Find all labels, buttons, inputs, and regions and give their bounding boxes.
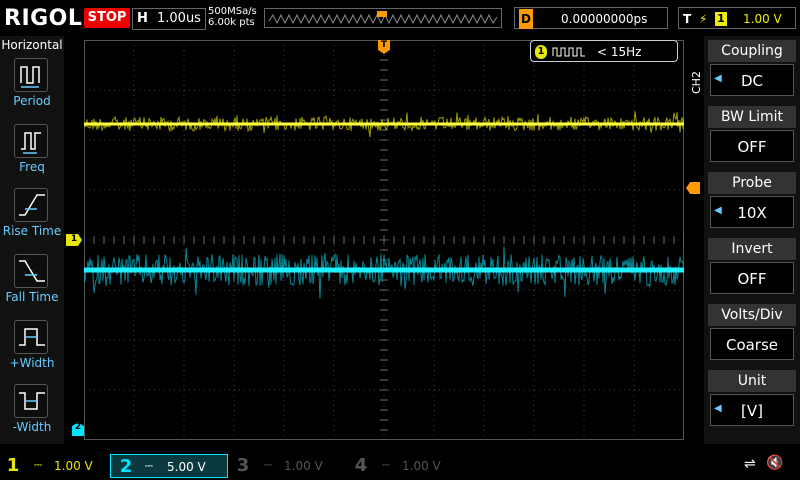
bw-limit-value: OFF — [710, 130, 794, 162]
trigger-level-marker[interactable] — [686, 182, 700, 194]
usb-icon: ⇌ — [744, 456, 756, 472]
probe-option[interactable]: Probe 10X ◀ — [708, 172, 796, 234]
invert-value: OFF — [710, 262, 794, 294]
delay-box[interactable]: D 0.00000000ps — [514, 7, 668, 29]
volts-div-value: Coarse — [710, 328, 794, 360]
frequency-icon — [14, 124, 48, 158]
memory-position-bar[interactable] — [264, 8, 502, 28]
invert-title: Invert — [708, 238, 796, 260]
acquisition-info: 500MSa/s 6.00k pts — [208, 6, 257, 28]
unit-value: [V] — [710, 394, 794, 426]
negative-width-label: -Width — [12, 420, 52, 434]
period-label: Period — [13, 94, 51, 108]
graticule — [84, 40, 684, 440]
unit-option[interactable]: Unit [V] ◀ — [708, 370, 796, 432]
sample-rate: 500MSa/s — [208, 6, 257, 17]
memory-depth: 6.00k pts — [208, 17, 255, 28]
ch1-status[interactable]: 1 ⎓ 1.00 V — [4, 454, 104, 478]
measure-fall-time[interactable]: Fall Time — [0, 252, 64, 316]
ch4-number: 4 — [354, 455, 368, 476]
ch2-scale: 5.00 V — [167, 460, 206, 474]
positive-width-label: +Width — [9, 356, 55, 370]
volts-div-option[interactable]: Volts/Div Coarse — [708, 304, 796, 366]
bw-limit-option[interactable]: BW Limit OFF — [708, 106, 796, 168]
trigger-source: 1 — [715, 12, 727, 26]
waveform-display[interactable]: 1 < 15Hz — [84, 40, 684, 440]
trigger-box[interactable]: T ⚡ 1 1.00 V — [678, 7, 796, 29]
invert-option[interactable]: Invert OFF — [708, 238, 796, 300]
left-arrow-icon: ◀ — [714, 403, 722, 414]
measure-freq[interactable]: Freq — [0, 122, 64, 186]
ch2-status[interactable]: 2 ⎓ 5.00 V — [110, 454, 228, 478]
bw-limit-title: BW Limit — [708, 106, 796, 128]
measure-period[interactable]: Period — [0, 56, 64, 120]
top-status-bar: RIGOL STOP H 1.00us 500MSa/s 6.00k pts D… — [0, 0, 800, 36]
trigger-label: T — [683, 12, 692, 26]
dc-coupling-icon: ⎓ — [34, 460, 42, 471]
measure-rise-time[interactable]: Rise Time — [0, 186, 64, 250]
timebase-value: 1.00us — [157, 11, 201, 26]
ch1-number: 1 — [6, 455, 20, 476]
negative-width-icon — [14, 384, 48, 418]
delay-value: 0.00000000ps — [561, 12, 648, 26]
delay-label: D — [519, 9, 533, 29]
ch4-status[interactable]: 4 ⎓ 1.00 V — [352, 454, 460, 478]
coupling-value: DC — [710, 64, 794, 96]
measure-negative-width[interactable]: -Width — [0, 382, 64, 446]
speaker-mute-icon[interactable]: 🔇 — [766, 455, 783, 471]
menu-title: Horizontal — [1, 38, 63, 52]
measurement-channel: 1 — [535, 45, 547, 59]
rise-time-icon — [14, 188, 48, 222]
period-icon — [14, 58, 48, 92]
fall-time-label: Fall Time — [5, 290, 59, 304]
ch4-scale: 1.00 V — [402, 459, 441, 473]
ch2-offset-marker[interactable]: 2 — [72, 422, 84, 436]
rising-edge-icon: ⚡ — [699, 12, 708, 26]
dc-coupling-icon: ⎓ — [145, 461, 153, 472]
freq-label: Freq — [19, 160, 45, 174]
coupling-option[interactable]: Coupling DC ◀ — [708, 40, 796, 102]
ch1-offset-marker[interactable]: 1 — [66, 234, 82, 246]
fall-time-icon — [14, 254, 48, 288]
rise-time-label: Rise Time — [2, 224, 62, 238]
waveform-overview — [268, 11, 498, 25]
left-arrow-icon: ◀ — [714, 205, 722, 216]
ch3-scale: 1.00 V — [284, 459, 323, 473]
run-stop-indicator[interactable]: STOP — [84, 8, 130, 28]
ch2-number: 2 — [119, 456, 133, 477]
trigger-level: 1.00 V — [743, 12, 782, 26]
trigger-position-marker — [377, 11, 387, 17]
dc-coupling-icon: ⎓ — [382, 460, 390, 471]
left-arrow-icon: ◀ — [714, 73, 722, 84]
ch1-scale: 1.00 V — [54, 459, 93, 473]
channel-settings-menu: Coupling DC ◀ BW Limit OFF Probe 10X ◀ I… — [704, 36, 800, 444]
period-waveform-icon — [552, 47, 585, 57]
probe-title: Probe — [708, 172, 796, 194]
coupling-title: Coupling — [708, 40, 796, 62]
measurement-value: < 15Hz — [597, 45, 642, 59]
channel-status-bar: 1 ⎓ 1.00 V 2 ⎓ 5.00 V 3 ⎓ 1.00 V 4 ⎓ 1.0… — [0, 452, 800, 480]
ch3-number: 3 — [236, 455, 250, 476]
positive-width-icon — [14, 320, 48, 354]
dc-coupling-icon: ⎓ — [264, 460, 272, 471]
timebase-label: H — [137, 11, 148, 26]
measurement-readout[interactable]: 1 < 15Hz — [530, 40, 678, 62]
volts-div-title: Volts/Div — [708, 304, 796, 326]
measure-positive-width[interactable]: +Width — [0, 318, 64, 382]
horizontal-measure-menu: Horizontal Period Freq Rise Time Fall Ti… — [0, 36, 64, 444]
channel-tag: CH2 — [690, 71, 703, 94]
probe-value: 10X — [710, 196, 794, 228]
unit-title: Unit — [708, 370, 796, 392]
timebase-box[interactable]: H 1.00us — [132, 8, 206, 30]
ch3-status[interactable]: 3 ⎓ 1.00 V — [234, 454, 342, 478]
brand-logo: RIGOL — [4, 6, 83, 31]
